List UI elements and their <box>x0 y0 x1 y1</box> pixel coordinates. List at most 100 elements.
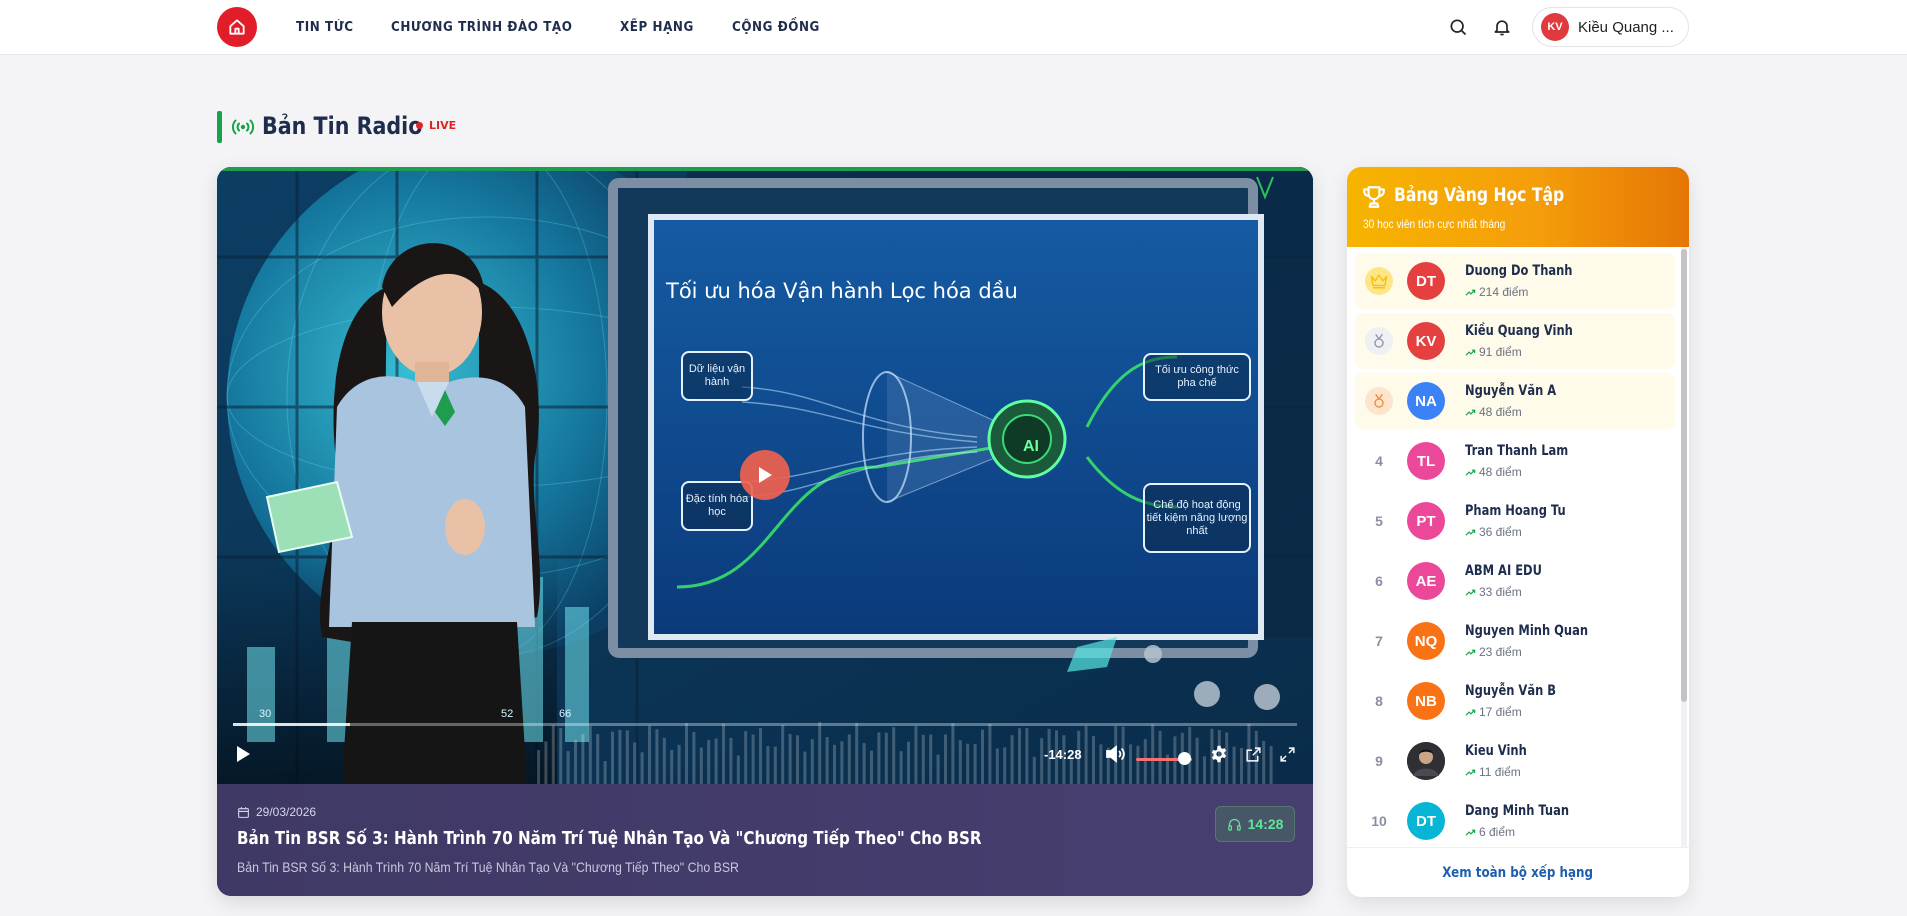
user-menu[interactable]: KV Kiều Quang ... <box>1532 7 1689 47</box>
time-remaining: -14:28 <box>1044 747 1082 762</box>
nav-news[interactable]: TIN TỨC <box>296 20 354 35</box>
seek-bar[interactable] <box>233 723 1297 726</box>
leaderboard-row[interactable]: 4 TL Tran Thanh Lam 48 điểm <box>1355 433 1675 489</box>
settings-button[interactable] <box>1207 742 1231 766</box>
slide-ai-chip: AI <box>1023 438 1039 455</box>
external-link-icon <box>1245 746 1261 762</box>
learner-name: Kiều Quang Vinh <box>1465 323 1573 339</box>
leaderboard-row[interactable]: DT Duong Do Thanh 214 điểm <box>1355 253 1675 309</box>
duration-text: 14:28 <box>1247 816 1284 832</box>
bell-icon <box>1494 20 1510 36</box>
video-frame[interactable]: Tối ưu hóa Vận hành Lọc hóa dầu Dữ liệu … <box>217 167 1313 784</box>
popout-button[interactable] <box>1241 742 1265 766</box>
avatar: KV <box>1541 13 1569 41</box>
trophy-icon <box>1363 186 1385 208</box>
fullscreen-button[interactable] <box>1275 742 1299 766</box>
episode-subtitle: Bản Tin BSR Số 3: Hành Trình 70 Năm Trí … <box>237 859 739 875</box>
leaderboard-footer: Xem toàn bộ xếp hạng <box>1347 847 1689 897</box>
learner-points: 6 điểm <box>1465 825 1515 839</box>
leaderboard-row[interactable]: 6 AE ABM AI EDU 33 điểm <box>1355 553 1675 609</box>
leaderboard-row[interactable]: 8 NB Nguyễn Văn B 17 điểm <box>1355 673 1675 729</box>
leaderboard-list: DT Duong Do Thanh 214 điểm KV Kiều Quang Vin… <box>1347 247 1689 847</box>
learner-points-text: 11 điểm <box>1479 765 1521 779</box>
learner-name: ABM AI EDU <box>1465 563 1542 579</box>
learner-name: Tran Thanh Lam <box>1465 443 1569 459</box>
mute-button[interactable] <box>1103 742 1127 766</box>
page-title: Bản Tin Radio <box>262 112 423 140</box>
trend-up-icon <box>1465 469 1476 476</box>
slide-output-formula: Tối ưu công thức pha chế <box>1143 353 1251 401</box>
slide-input-data: Dữ liệu vận hành <box>681 351 753 401</box>
radio-broadcast-icon <box>231 119 255 135</box>
avatar: TL <box>1407 442 1445 480</box>
slide-input-chemistry: Đặc tính hóa học <box>681 481 753 531</box>
learner-points-text: 214 điểm <box>1479 285 1529 299</box>
learner-points: 214 điểm <box>1465 285 1528 299</box>
learner-name: Dang Minh Tuan <box>1465 803 1570 819</box>
main-nav: TIN TỨC CHƯƠNG TRÌNH ĐÀO TẠO XẾP HẠNG CỘ… <box>296 0 860 54</box>
trend-up-icon <box>1465 589 1476 596</box>
chart-tick: 30 <box>259 708 272 720</box>
live-badge: LIVE <box>416 119 456 132</box>
crown-icon <box>1365 267 1393 295</box>
search-button[interactable] <box>1446 15 1470 39</box>
learner-points: 11 điểm <box>1465 765 1521 779</box>
chart-tick: 66 <box>559 708 572 720</box>
play-overlay-button[interactable] <box>740 450 790 500</box>
trend-up-icon <box>1465 289 1476 296</box>
leaderboard-row[interactable]: 10 DT Dang Minh Tuan 6 điểm <box>1355 793 1675 849</box>
rank-number: 7 <box>1375 633 1383 649</box>
user-photo-icon <box>1407 742 1445 780</box>
learner-name: Kieu Vinh <box>1465 743 1527 759</box>
leaderboard-row[interactable]: 5 PT Pham Hoang Tu 36 điểm <box>1355 493 1675 549</box>
learner-points-text: 33 điểm <box>1479 585 1522 599</box>
episode-date: 29/03/2026 <box>237 805 316 819</box>
leaderboard-row[interactable]: 7 NQ Nguyen Minh Quan 23 điểm <box>1355 613 1675 669</box>
scrollbar-thumb[interactable] <box>1681 249 1687 702</box>
rank-number: 8 <box>1375 693 1383 709</box>
episode-title: Bản Tin BSR Số 3: Hành Trình 70 Năm Trí … <box>237 828 982 849</box>
avatar: KV <box>1407 322 1445 360</box>
section-accent-bar <box>217 111 222 143</box>
rank-number: 4 <box>1375 453 1383 469</box>
gear-icon <box>1211 745 1227 763</box>
learner-points: 36 điểm <box>1465 525 1522 539</box>
rank-number: 5 <box>1375 513 1383 529</box>
leaderboard-title: Bảng Vàng Học Tập <box>1394 184 1565 206</box>
episode-date-text: 29/03/2026 <box>256 805 317 819</box>
seek-bar-progress <box>233 723 351 726</box>
trend-up-icon <box>1465 649 1476 656</box>
trend-up-icon <box>1465 769 1476 776</box>
learner-points-text: 23 điểm <box>1479 645 1522 659</box>
leaderboard-row[interactable]: 9 Kieu Vinh 11 điểm <box>1355 733 1675 789</box>
fullscreen-icon <box>1279 746 1295 762</box>
learner-points-text: 91 điểm <box>1479 345 1522 359</box>
trend-up-icon <box>1465 349 1476 356</box>
leaderboard-row[interactable]: NA Nguyễn Văn A 48 điểm <box>1355 373 1675 429</box>
learner-points-text: 36 điểm <box>1479 525 1522 539</box>
leaderboard-panel: Bảng Vàng Học Tập 30 học viên tích cực n… <box>1347 167 1689 897</box>
nav-community[interactable]: CỘNG ĐỒNG <box>732 20 820 35</box>
notifications-button[interactable] <box>1490 15 1514 39</box>
leaderboard-subtitle: 30 học viên tích cực nhất tháng <box>1363 217 1506 231</box>
live-label: LIVE <box>429 119 457 132</box>
leaderboard-row[interactable]: KV Kiều Quang Vinh 91 điểm <box>1355 313 1675 369</box>
view-full-ranking-link[interactable]: Xem toàn bộ xếp hạng <box>1443 865 1594 881</box>
home-icon <box>229 19 245 35</box>
trend-up-icon <box>1465 529 1476 536</box>
volume-slider-handle[interactable] <box>1177 752 1191 765</box>
avatar: NA <box>1407 382 1445 420</box>
volume-icon <box>1106 745 1125 763</box>
chart-tick: 52 <box>501 708 514 720</box>
rank-number: 9 <box>1375 753 1383 769</box>
learner-points-text: 48 điểm <box>1479 465 1522 479</box>
trend-up-icon <box>1465 829 1476 836</box>
nav-training-programs[interactable]: CHƯƠNG TRÌNH ĐÀO TẠO <box>391 20 572 35</box>
episode-info-panel: 29/03/2026 Bản Tin BSR Số 3: Hành Trình … <box>217 784 1313 896</box>
nav-ranking[interactable]: XẾP HẠNG <box>620 20 694 35</box>
leaderboard-header: Bảng Vàng Học Tập 30 học viên tích cực n… <box>1347 167 1689 247</box>
home-button[interactable] <box>217 7 257 47</box>
play-button[interactable] <box>231 742 255 766</box>
learner-name: Duong Do Thanh <box>1465 263 1573 279</box>
learner-name: Pham Hoang Tu <box>1465 503 1566 519</box>
